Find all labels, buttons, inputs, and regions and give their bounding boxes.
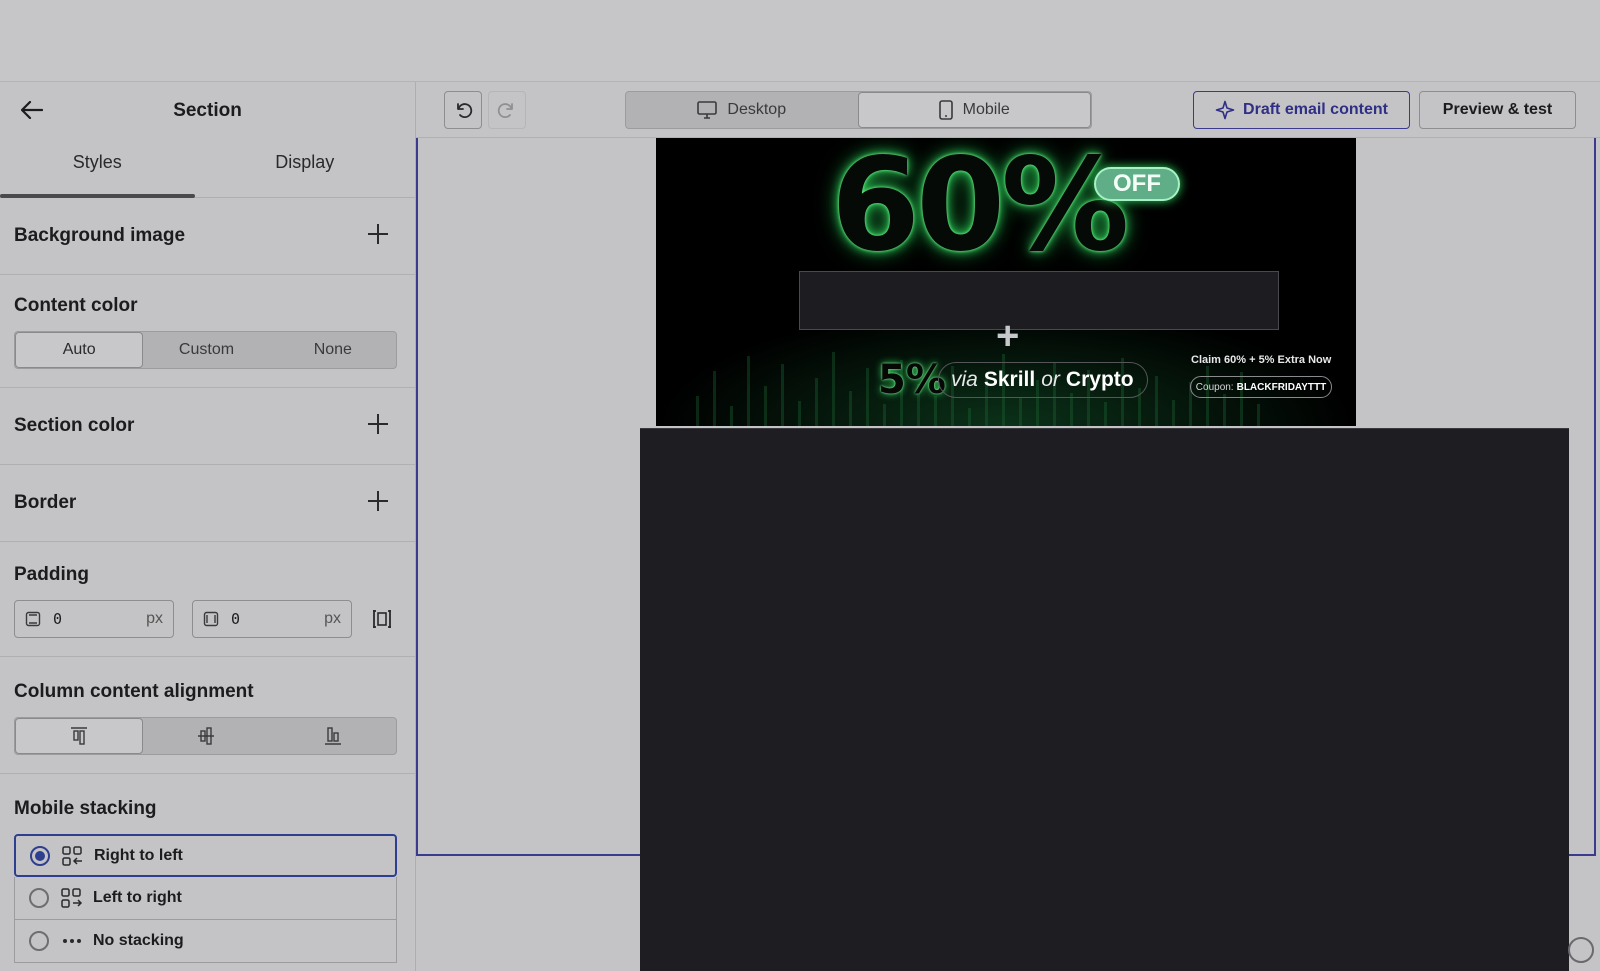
editor-toolbar: Desktop Mobile Draft email content Previ… <box>416 82 1600 138</box>
section-color-section: Section color <box>0 388 415 465</box>
radio-unselected-icon <box>29 931 49 951</box>
add-border-plus-icon[interactable] <box>367 489 389 517</box>
stacking-right-to-left[interactable]: Right to left <box>14 834 397 877</box>
extra-discount: 5% <box>878 357 946 403</box>
via-text: via <box>951 368 978 391</box>
content-color-auto[interactable]: Auto <box>15 332 144 368</box>
sparkle-icon <box>1215 100 1235 120</box>
mobile-stacking-label: Mobile stacking <box>14 798 157 819</box>
coupon-code: BLACKFRIDAYTTT <box>1236 381 1327 393</box>
coupon-pill: Coupon: BLACKFRIDAYTTT <box>1190 376 1332 398</box>
banner-placeholder-box[interactable] <box>799 271 1279 330</box>
padding-label: Padding <box>14 564 89 585</box>
stacking-none-label: No stacking <box>93 932 184 949</box>
desktop-view-label: Desktop <box>727 101 787 118</box>
mobile-view-button[interactable]: Mobile <box>857 92 1091 128</box>
desktop-monitor-icon <box>697 101 718 119</box>
padding-vertical-unit: px <box>146 610 163 627</box>
mobile-phone-icon <box>938 100 953 120</box>
stacking-right-to-left-label: Right to left <box>94 846 183 864</box>
border-label: Border <box>14 492 77 513</box>
column-alignment-segmented <box>14 717 397 755</box>
sidebar-header: Section <box>0 82 415 138</box>
preview-test-button[interactable]: Preview & test <box>1419 91 1576 129</box>
plus-sign: + <box>996 314 1020 358</box>
content-color-none[interactable]: None <box>270 332 396 368</box>
mobile-view-label: Mobile <box>962 101 1010 118</box>
tab-styles[interactable]: Styles <box>0 138 195 197</box>
more-dots-icon <box>63 939 81 943</box>
background-image-section: Background image <box>0 198 415 275</box>
column-alignment-section: Column content alignment <box>0 657 415 774</box>
off-badge: OFF <box>1094 167 1180 201</box>
mobile-stacking-section: Mobile stacking Right to left Left to ri… <box>0 774 415 971</box>
radio-unselected-icon <box>29 888 49 908</box>
stacking-left-to-right-label: Left to right <box>93 889 182 906</box>
undo-icon <box>457 103 473 118</box>
claim-text: Claim 60% + 5% Extra Now <box>1191 354 1332 366</box>
stacking-left-to-right[interactable]: Left to right <box>14 877 397 920</box>
payment-methods-pill: via Skrill or Crypto <box>938 362 1148 398</box>
stacking-none[interactable]: No stacking <box>14 920 397 963</box>
redo-icon <box>497 103 513 118</box>
crypto-text: Crypto <box>1065 368 1134 391</box>
padding-section: Padding 0 px 0 px <box>0 542 415 657</box>
padding-vertical-icon <box>25 611 41 627</box>
add-background-image-plus-icon[interactable] <box>367 222 389 250</box>
align-top-icon <box>71 727 88 745</box>
add-section-color-plus-icon[interactable] <box>367 412 389 440</box>
chat-help-icon[interactable] <box>1568 937 1594 963</box>
promo-banner-image[interactable]: 60% OFF + 5% via Skrill or Crypto Claim … <box>656 138 1356 426</box>
top-blank-bar <box>0 0 1600 82</box>
align-bottom-icon <box>324 727 341 745</box>
border-section: Border <box>0 465 415 542</box>
radio-selected-icon <box>30 845 50 866</box>
content-color-section: Content color Auto Custom None <box>0 275 415 388</box>
padding-horizontal-input[interactable]: 0 px <box>192 600 352 638</box>
undo-button[interactable] <box>444 91 482 129</box>
padding-vertical-input[interactable]: 0 px <box>14 600 174 638</box>
padding-horizontal-value: 0 <box>231 610 241 628</box>
stack-right-to-left-icon <box>62 845 82 866</box>
section-color-label: Section color <box>14 415 135 436</box>
padding-horizontal-unit: px <box>324 610 341 627</box>
email-canvas[interactable]: 60% OFF + 5% via Skrill or Crypto Claim … <box>416 138 1600 971</box>
stack-left-to-right-icon <box>61 888 83 908</box>
section-settings-sidebar: Section Styles Display Background image … <box>0 82 416 971</box>
padding-vertical-value: 0 <box>53 610 63 628</box>
or-text: or <box>1041 368 1060 391</box>
mobile-stacking-options: Right to left Left to right No stacking <box>14 834 397 963</box>
sidebar-title: Section <box>173 100 242 121</box>
skrill-text: Skrill <box>983 368 1036 391</box>
padding-horizontal-icon <box>203 611 219 627</box>
discount-headline: 60% <box>831 138 1129 280</box>
sidebar-tabs: Styles Display <box>0 138 415 198</box>
align-top-button[interactable] <box>15 718 144 754</box>
device-view-toggle: Desktop Mobile <box>625 91 1092 129</box>
align-middle-button[interactable] <box>143 718 269 754</box>
content-color-custom[interactable]: Custom <box>143 332 269 368</box>
padding-all-sides-icon[interactable] <box>370 607 394 631</box>
draft-email-content-label: Draft email content <box>1243 101 1388 118</box>
draft-email-content-button[interactable]: Draft email content <box>1193 91 1410 129</box>
content-color-label: Content color <box>14 295 138 316</box>
desktop-view-button[interactable]: Desktop <box>626 92 858 128</box>
coupon-label: Coupon: <box>1195 381 1234 393</box>
align-middle-icon <box>198 727 215 745</box>
content-color-segmented: Auto Custom None <box>14 331 397 369</box>
align-bottom-button[interactable] <box>270 718 396 754</box>
tab-display[interactable]: Display <box>195 138 415 197</box>
column-alignment-label: Column content alignment <box>14 681 254 702</box>
dark-content-block[interactable] <box>640 428 1569 971</box>
background-image-label: Background image <box>14 225 186 246</box>
redo-button[interactable] <box>488 91 526 129</box>
